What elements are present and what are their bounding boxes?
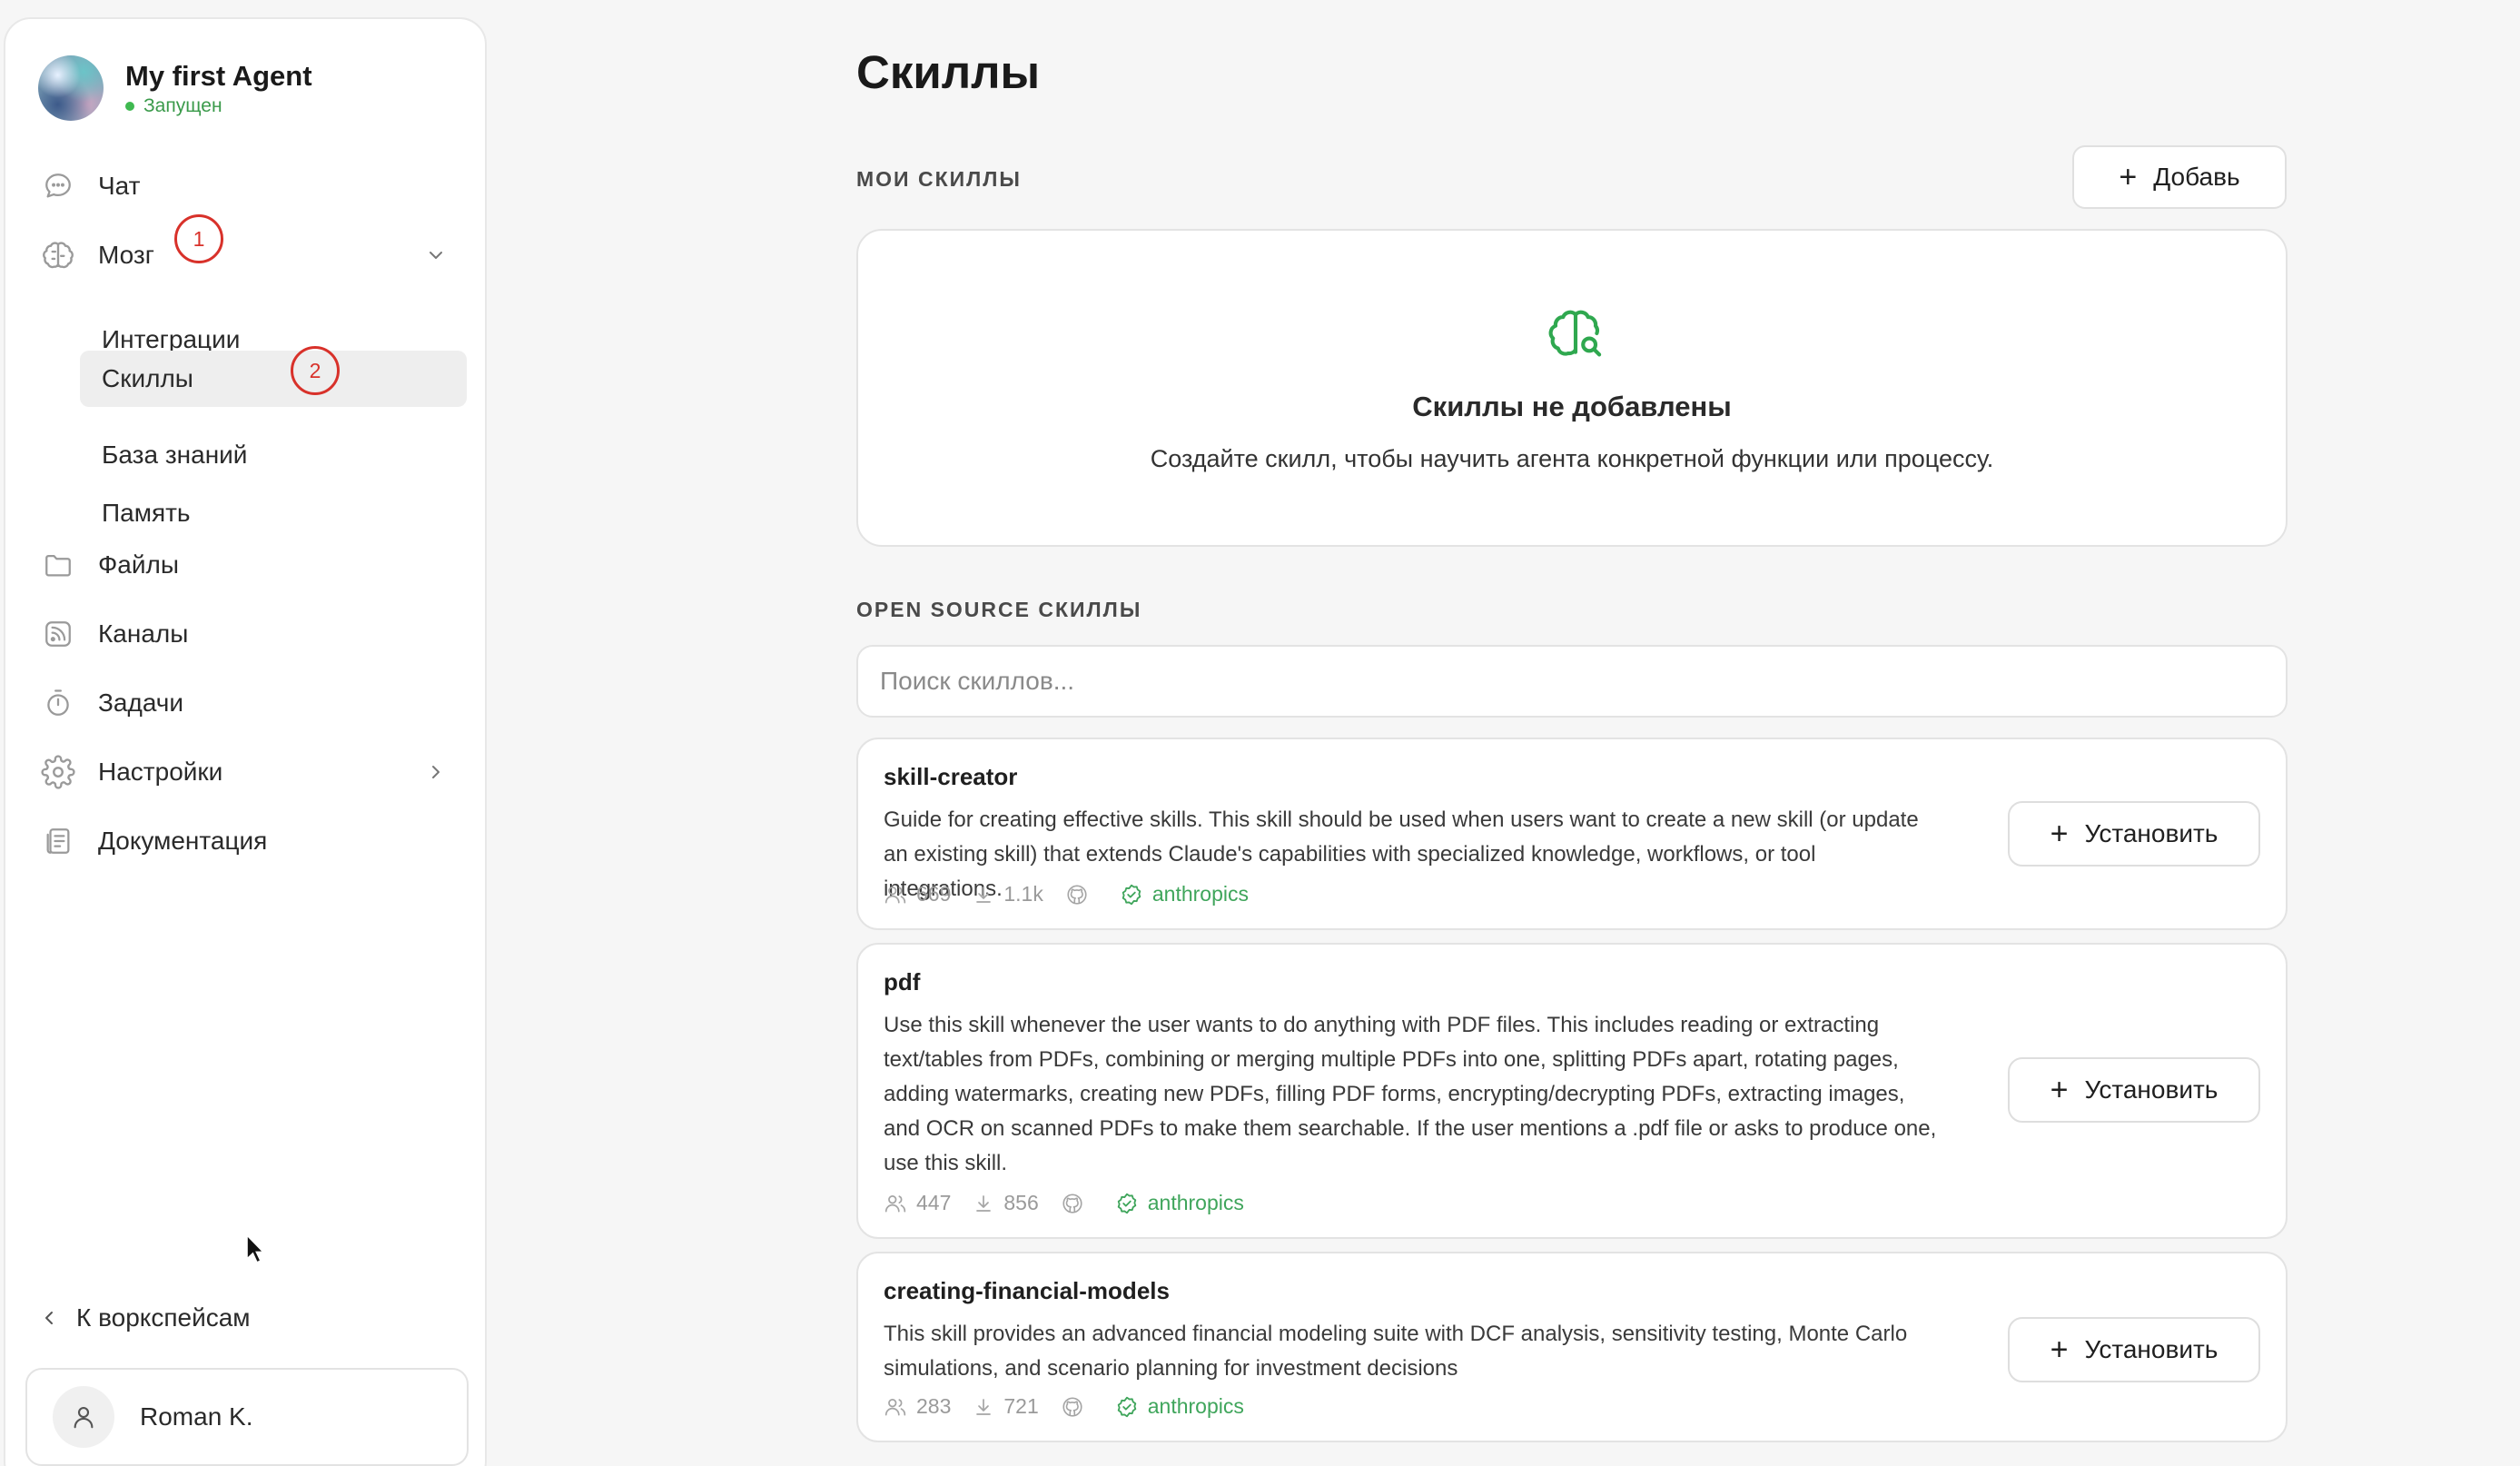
users-icon [884,886,906,904]
install-button[interactable]: + Установить [2008,801,2260,867]
agent-header[interactable]: My first Agent Запущен [38,55,312,121]
add-button-label: Добавь [2153,163,2240,191]
plus-icon: + [2050,817,2069,851]
skill-card: creating-financial-models This skill pro… [856,1252,2288,1442]
mouse-cursor-icon [246,1233,265,1264]
agent-avatar [38,55,104,121]
skill-name: skill-creator [884,763,1018,790]
nav-item-settings[interactable]: Настройки [40,745,454,799]
add-skill-button[interactable]: + Добавь [2072,145,2287,209]
skill-meta: 669 1.1k anthropics [884,882,1249,906]
skill-author[interactable]: anthropics [1115,1191,1244,1215]
gear-icon [40,754,76,790]
annotation-marker-1: 1 [174,214,223,263]
skill-description: Use this skill whenever the user wants t… [884,1013,1937,1175]
back-link-label: К воркспейсам [76,1303,251,1332]
plus-icon: + [2050,1332,2069,1367]
back-to-workspaces-link[interactable]: К воркспейсам [38,1303,251,1332]
skill-author[interactable]: anthropics [1115,1394,1244,1419]
download-icon [976,1194,992,1212]
download-icon [976,1398,992,1415]
folder-icon [40,547,76,583]
user-icon [74,1406,94,1429]
rss-icon [40,616,76,652]
downloads-count: 856 [973,1191,1039,1215]
nav-item-tasks[interactable]: Задачи [40,676,454,730]
skill-meta: 447 856 anthropics [884,1191,1244,1215]
nav-label-brain: Мозг [98,241,154,269]
chevron-down-icon[interactable] [425,244,447,266]
nav-item-brain[interactable]: Мозг [40,228,454,282]
open-source-skills-label: OPEN SOURCE СКИЛЛЫ [856,598,1142,621]
chat-bubble-icon [40,168,76,204]
annotation-marker-2: 2 [291,346,340,395]
github-icon[interactable] [1061,1192,1093,1215]
agent-status: Запущен [125,95,312,117]
download-icon [976,886,992,903]
plus-icon: + [2119,160,2138,194]
nav-item-files[interactable]: Файлы [40,538,454,592]
brain-search-icon [1548,310,1602,357]
github-icon[interactable] [1061,1395,1093,1419]
chevron-right-icon[interactable] [425,761,447,783]
empty-skills-card: Скиллы не добавлены Создайте скилл, чтоб… [856,229,2288,547]
timer-icon [40,685,76,721]
skill-search-input[interactable] [856,645,2288,718]
nav-label-channels: Каналы [98,619,189,648]
app: My first Agent Запущен Чат Мозг Интеграц… [0,0,2520,1466]
empty-state-subtitle: Создайте скилл, чтобы научить агента кон… [1150,445,1994,472]
users-count: 283 [884,1394,951,1419]
install-button[interactable]: + Установить [2008,1057,2260,1123]
nav-label-tasks: Задачи [98,688,184,717]
install-button[interactable]: + Установить [2008,1317,2260,1382]
page-title: Скиллы [856,46,1041,98]
sub-item-knowledge-base[interactable]: База знаний [80,427,467,483]
plus-icon: + [2050,1073,2069,1107]
downloads-count: 1.1k [973,882,1043,906]
status-dot-icon [125,102,134,111]
agent-status-text: Запущен [143,95,222,116]
nav-item-channels[interactable]: Каналы [40,607,454,661]
agent-name: My first Agent [125,60,312,92]
brain-icon [40,237,76,273]
skill-name: pdf [884,968,921,995]
my-skills-label: МОИ СКИЛЛЫ [856,167,1022,191]
user-name: Roman K. [140,1402,253,1431]
users-count: 447 [884,1191,951,1215]
sub-item-memory[interactable]: Память [80,485,467,541]
users-count: 669 [884,882,951,906]
nav-item-docs[interactable]: Документация [40,814,454,868]
users-icon [884,1398,906,1416]
chevron-left-icon [45,1312,53,1324]
user-avatar [53,1386,114,1448]
skill-description: This skill provides an advanced financia… [884,1322,1908,1381]
verified-icon [1122,884,1141,905]
verified-icon [1117,1193,1136,1213]
empty-state-title: Скиллы не добавлены [1412,391,1732,422]
user-card[interactable]: Roman K. [25,1368,469,1466]
nav-label-settings: Настройки [98,758,223,786]
nav-item-chat[interactable]: Чат [40,159,454,213]
nav-label-chat: Чат [98,172,141,200]
nav-label-files: Файлы [98,550,179,579]
downloads-count: 721 [973,1394,1039,1419]
skill-name: creating-financial-models [884,1277,1170,1304]
verified-icon [1117,1396,1136,1417]
github-icon[interactable] [1065,883,1098,906]
sub-item-skills[interactable]: Скиллы [80,351,467,407]
skill-card: pdf Use this skill whenever the user wan… [856,943,2288,1239]
skill-meta: 283 721 anthropics [884,1394,1244,1419]
skill-author[interactable]: anthropics [1120,882,1249,906]
skill-card: skill-creator Guide for creating effecti… [856,738,2288,930]
document-icon [40,823,76,859]
nav-label-docs: Документация [98,827,268,855]
users-icon [884,1194,906,1213]
